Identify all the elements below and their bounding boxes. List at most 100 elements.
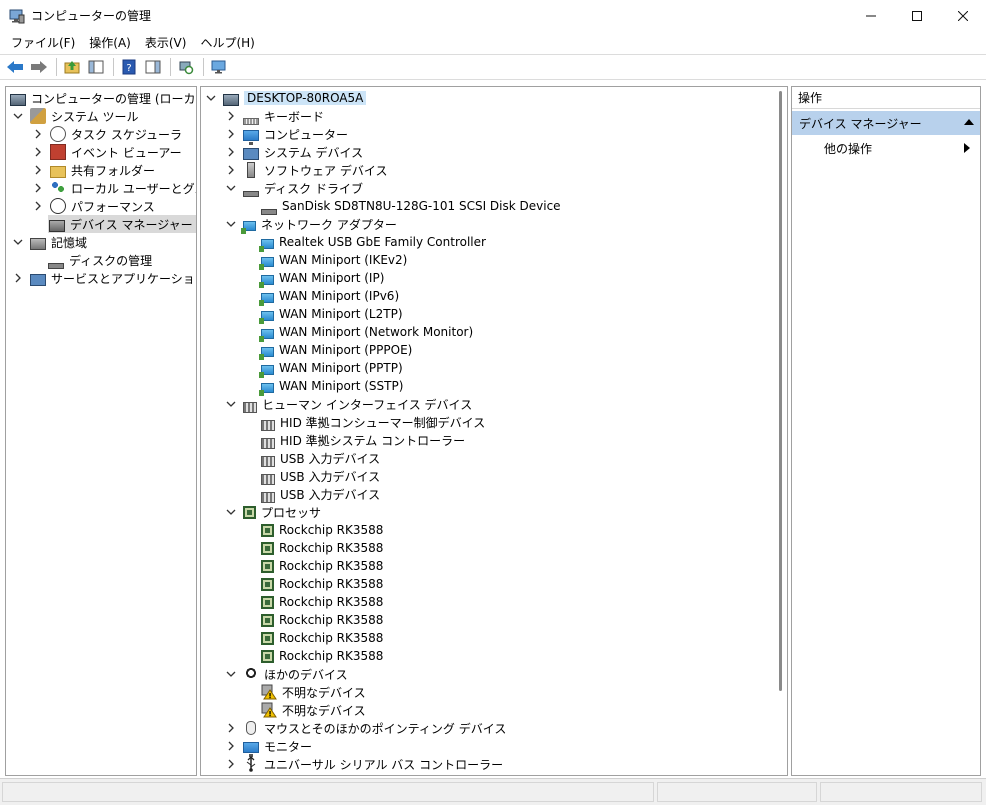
chevron-down-icon[interactable] — [12, 110, 24, 122]
chevron-right-icon[interactable] — [32, 164, 44, 176]
chevron-right-icon[interactable] — [225, 722, 237, 734]
back-button[interactable] — [4, 56, 26, 78]
maximize-button[interactable] — [894, 0, 940, 31]
device-item[interactable]: Rockchip RK3588 — [261, 575, 383, 593]
device-item[interactable]: WAN Miniport (Network Monitor) — [259, 323, 473, 342]
tree-item-performance[interactable]: パフォーマンス — [32, 197, 155, 215]
device-item[interactable]: Rockchip RK3588 — [261, 611, 383, 629]
device-item[interactable]: WAN Miniport (IP) — [259, 269, 384, 288]
chevron-right-icon[interactable] — [225, 146, 237, 158]
network-adapter-icon — [259, 347, 274, 360]
tree-item-event-viewer[interactable]: イベント ビューアー — [32, 143, 182, 161]
chevron-right-icon[interactable] — [225, 164, 237, 176]
users-icon — [50, 180, 66, 196]
device-item[interactable]: SanDisk SD8TN8U-128G-101 SCSI Disk Devic… — [261, 197, 561, 215]
category-monitors[interactable]: モニター — [225, 737, 312, 757]
properties-button[interactable] — [208, 56, 230, 78]
category-computer[interactable]: コンピューター — [225, 125, 348, 145]
device-item[interactable]: Rockchip RK3588 — [261, 539, 383, 557]
chevron-down-icon[interactable] — [225, 398, 237, 410]
category-keyboard[interactable]: キーボード — [225, 107, 324, 125]
chevron-down-icon[interactable] — [225, 668, 237, 680]
device-item[interactable]: Rockchip RK3588 — [261, 647, 383, 665]
processor-icon — [261, 613, 274, 627]
device-item[interactable]: Rockchip RK3588 — [261, 521, 383, 539]
category-processors[interactable]: プロセッサ — [225, 503, 321, 521]
chevron-right-icon[interactable] — [32, 182, 44, 194]
chevron-right-icon[interactable] — [32, 200, 44, 212]
forward-button[interactable] — [28, 56, 50, 78]
device-item[interactable]: WAN Miniport (PPPOE) — [259, 341, 412, 360]
category-network-adapters[interactable]: ネットワーク アダプター — [225, 215, 397, 234]
device-item[interactable]: USB 入力デバイス — [261, 467, 380, 485]
scan-hardware-button[interactable] — [175, 56, 197, 78]
device-item[interactable]: WAN Miniport (SSTP) — [259, 377, 403, 396]
tree-item-shared-folders[interactable]: 共有フォルダー — [32, 161, 155, 179]
menu-view[interactable]: 表示(V) — [138, 34, 194, 51]
device-item[interactable]: USB 入力デバイス — [261, 485, 380, 503]
category-mice[interactable]: マウスとそのほかのポインティング デバイス — [225, 719, 506, 737]
chevron-right-icon[interactable] — [32, 128, 44, 140]
device-item[interactable]: HID 準拠コンシューマー制御デバイス — [261, 413, 485, 431]
chevron-down-icon[interactable] — [205, 92, 217, 104]
tree-item-task-scheduler[interactable]: タスク スケジューラ — [32, 125, 182, 143]
device-item[interactable]: Rockchip RK3588 — [261, 629, 383, 647]
category-label: ネットワーク アダプター — [261, 217, 397, 232]
device-item[interactable]: USB 入力デバイス — [261, 449, 380, 467]
chevron-right-icon[interactable] — [225, 740, 237, 752]
chevron-down-icon[interactable] — [12, 236, 24, 248]
chevron-right-icon[interactable] — [12, 272, 24, 284]
actions-section-device-manager[interactable]: デバイス マネージャー — [792, 111, 980, 135]
category-usb-controllers[interactable]: ユニバーサル シリアル バス コントローラー — [225, 755, 503, 773]
chevron-down-icon[interactable] — [225, 182, 237, 194]
device-item[interactable]: Realtek USB GbE Family Controller — [259, 233, 486, 252]
chevron-down-icon[interactable] — [225, 506, 237, 518]
device-item[interactable]: WAN Miniport (IPv6) — [259, 287, 399, 306]
close-button[interactable] — [940, 0, 986, 31]
device-item[interactable]: WAN Miniport (PPTP) — [259, 359, 403, 378]
show-hide-tree-button[interactable] — [85, 56, 107, 78]
tree-root-computer-management[interactable]: コンピューターの管理 (ローカル) — [10, 89, 196, 107]
tree-item-local-users[interactable]: ローカル ユーザーとグループ — [32, 179, 196, 197]
chevron-right-icon[interactable] — [225, 110, 237, 122]
category-software-devices[interactable]: ソフトウェア デバイス — [225, 161, 387, 179]
menu-action[interactable]: 操作(A) — [82, 34, 138, 51]
chevron-right-icon[interactable] — [32, 146, 44, 158]
device-item[interactable]: 不明なデバイス — [261, 683, 366, 701]
more-actions-item[interactable]: 他の操作 — [824, 139, 974, 157]
disk-drive-icon — [243, 191, 259, 197]
tree-item-system-tools[interactable]: システム ツール — [12, 107, 138, 125]
chevron-right-icon[interactable] — [225, 128, 237, 140]
category-label: マウスとそのほかのポインティング デバイス — [264, 721, 507, 736]
category-disk-drives[interactable]: ディスク ドライブ — [225, 179, 363, 197]
device-item[interactable]: HID 準拠システム コントローラー — [261, 431, 465, 449]
device-item[interactable]: WAN Miniport (L2TP) — [259, 305, 403, 324]
device-item[interactable]: WAN Miniport (IKEv2) — [259, 251, 407, 270]
device-root[interactable]: DESKTOP-80ROA5A — [205, 89, 367, 107]
tree-item-services-apps[interactable]: サービスとアプリケーション — [12, 269, 196, 287]
vertical-scrollbar[interactable] — [779, 91, 783, 769]
scrollbar-thumb[interactable] — [779, 91, 782, 691]
help-button[interactable]: ? — [118, 56, 140, 78]
menu-file[interactable]: ファイル(F) — [4, 34, 82, 51]
category-hid[interactable]: ヒューマン インターフェイス デバイス — [225, 395, 472, 413]
processor-icon — [261, 631, 274, 645]
menu-help[interactable]: ヘルプ(H) — [193, 34, 261, 51]
tree-item-storage[interactable]: 記憶域 — [12, 233, 87, 251]
tree-item-disk-management[interactable]: ディスクの管理 — [48, 251, 152, 269]
category-other-devices[interactable]: ほかのデバイス — [225, 665, 348, 683]
category-label: ソフトウェア デバイス — [264, 163, 388, 178]
device-item[interactable]: Rockchip RK3588 — [261, 593, 383, 611]
svg-text:?: ? — [126, 63, 131, 74]
chevron-down-icon[interactable] — [225, 218, 237, 230]
collapse-arrow-icon[interactable] — [964, 119, 974, 125]
up-button[interactable] — [61, 56, 83, 78]
chevron-right-icon[interactable] — [225, 758, 237, 770]
minimize-button[interactable] — [848, 0, 894, 31]
device-label: USB 入力デバイス — [280, 469, 381, 484]
device-item[interactable]: 不明なデバイス — [261, 701, 366, 719]
tree-item-device-manager[interactable]: デバイス マネージャー — [48, 215, 196, 233]
category-system-devices[interactable]: システム デバイス — [225, 143, 363, 161]
device-item[interactable]: Rockchip RK3588 — [261, 557, 383, 575]
show-hide-action-button[interactable] — [142, 56, 164, 78]
